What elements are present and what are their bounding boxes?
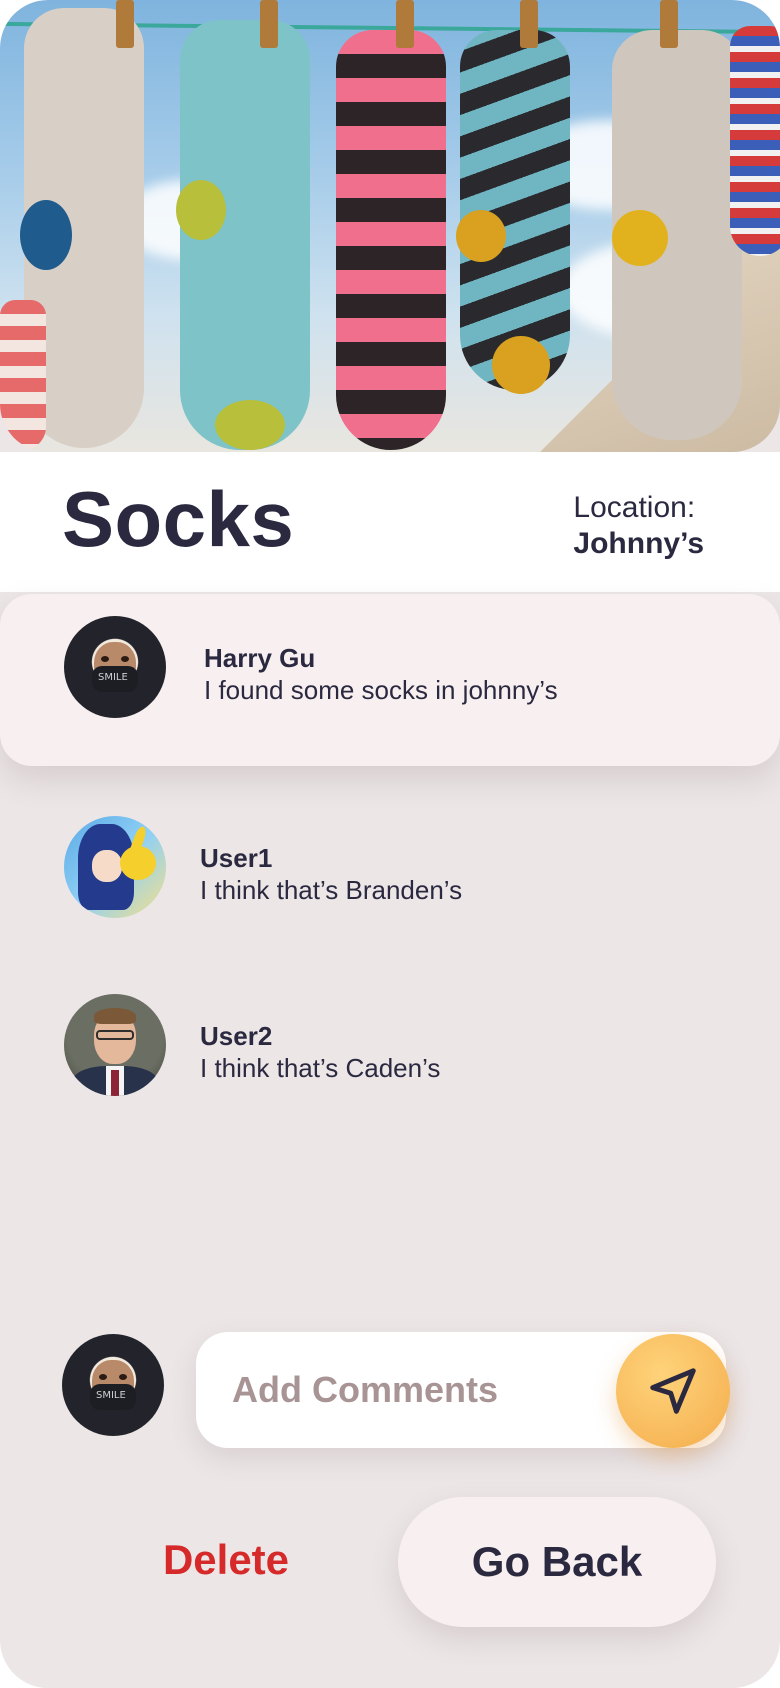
comment-text: I think that’s Branden’s <box>200 875 463 905</box>
comment-author: User1 <box>200 843 273 873</box>
comment-content: User2 I think that’s Caden’s <box>200 1020 440 1084</box>
comment-author: Harry Gu <box>204 643 316 673</box>
avatar <box>64 816 166 918</box>
send-button[interactable] <box>616 1334 730 1448</box>
original-post-card[interactable]: SMILE Harry Gu I found some socks in joh… <box>0 594 780 766</box>
location-label: Location: <box>573 491 696 524</box>
comment-text: I found some socks in johnny’s <box>204 675 558 705</box>
comment-content: Harry Gu I found some socks in johnny’s <box>204 642 558 706</box>
send-icon <box>650 1368 696 1414</box>
comment-text: I think that’s Caden’s <box>200 1053 441 1083</box>
avatar <box>64 994 166 1096</box>
location-value: Johnny’s <box>573 527 704 560</box>
avatar: SMILE <box>64 616 166 718</box>
go-back-button[interactable]: Go Back <box>398 1497 716 1627</box>
comment-author: User2 <box>200 1021 273 1051</box>
comment-content: User1 I think that’s Branden’s <box>200 842 462 906</box>
hero-image-socks <box>0 0 780 452</box>
post-title: Socks <box>62 475 295 563</box>
list-item[interactable]: User2 I think that’s Caden’s <box>0 990 780 1100</box>
post-location: Location: Johnny’s <box>573 490 704 562</box>
app-screen: Socks Location: Johnny’s SMILE Harry Gu … <box>0 0 780 1688</box>
delete-button[interactable]: Delete <box>120 1510 332 1610</box>
current-user-avatar: SMILE <box>62 1334 164 1436</box>
list-item[interactable]: User1 I think that’s Branden’s <box>0 812 780 922</box>
